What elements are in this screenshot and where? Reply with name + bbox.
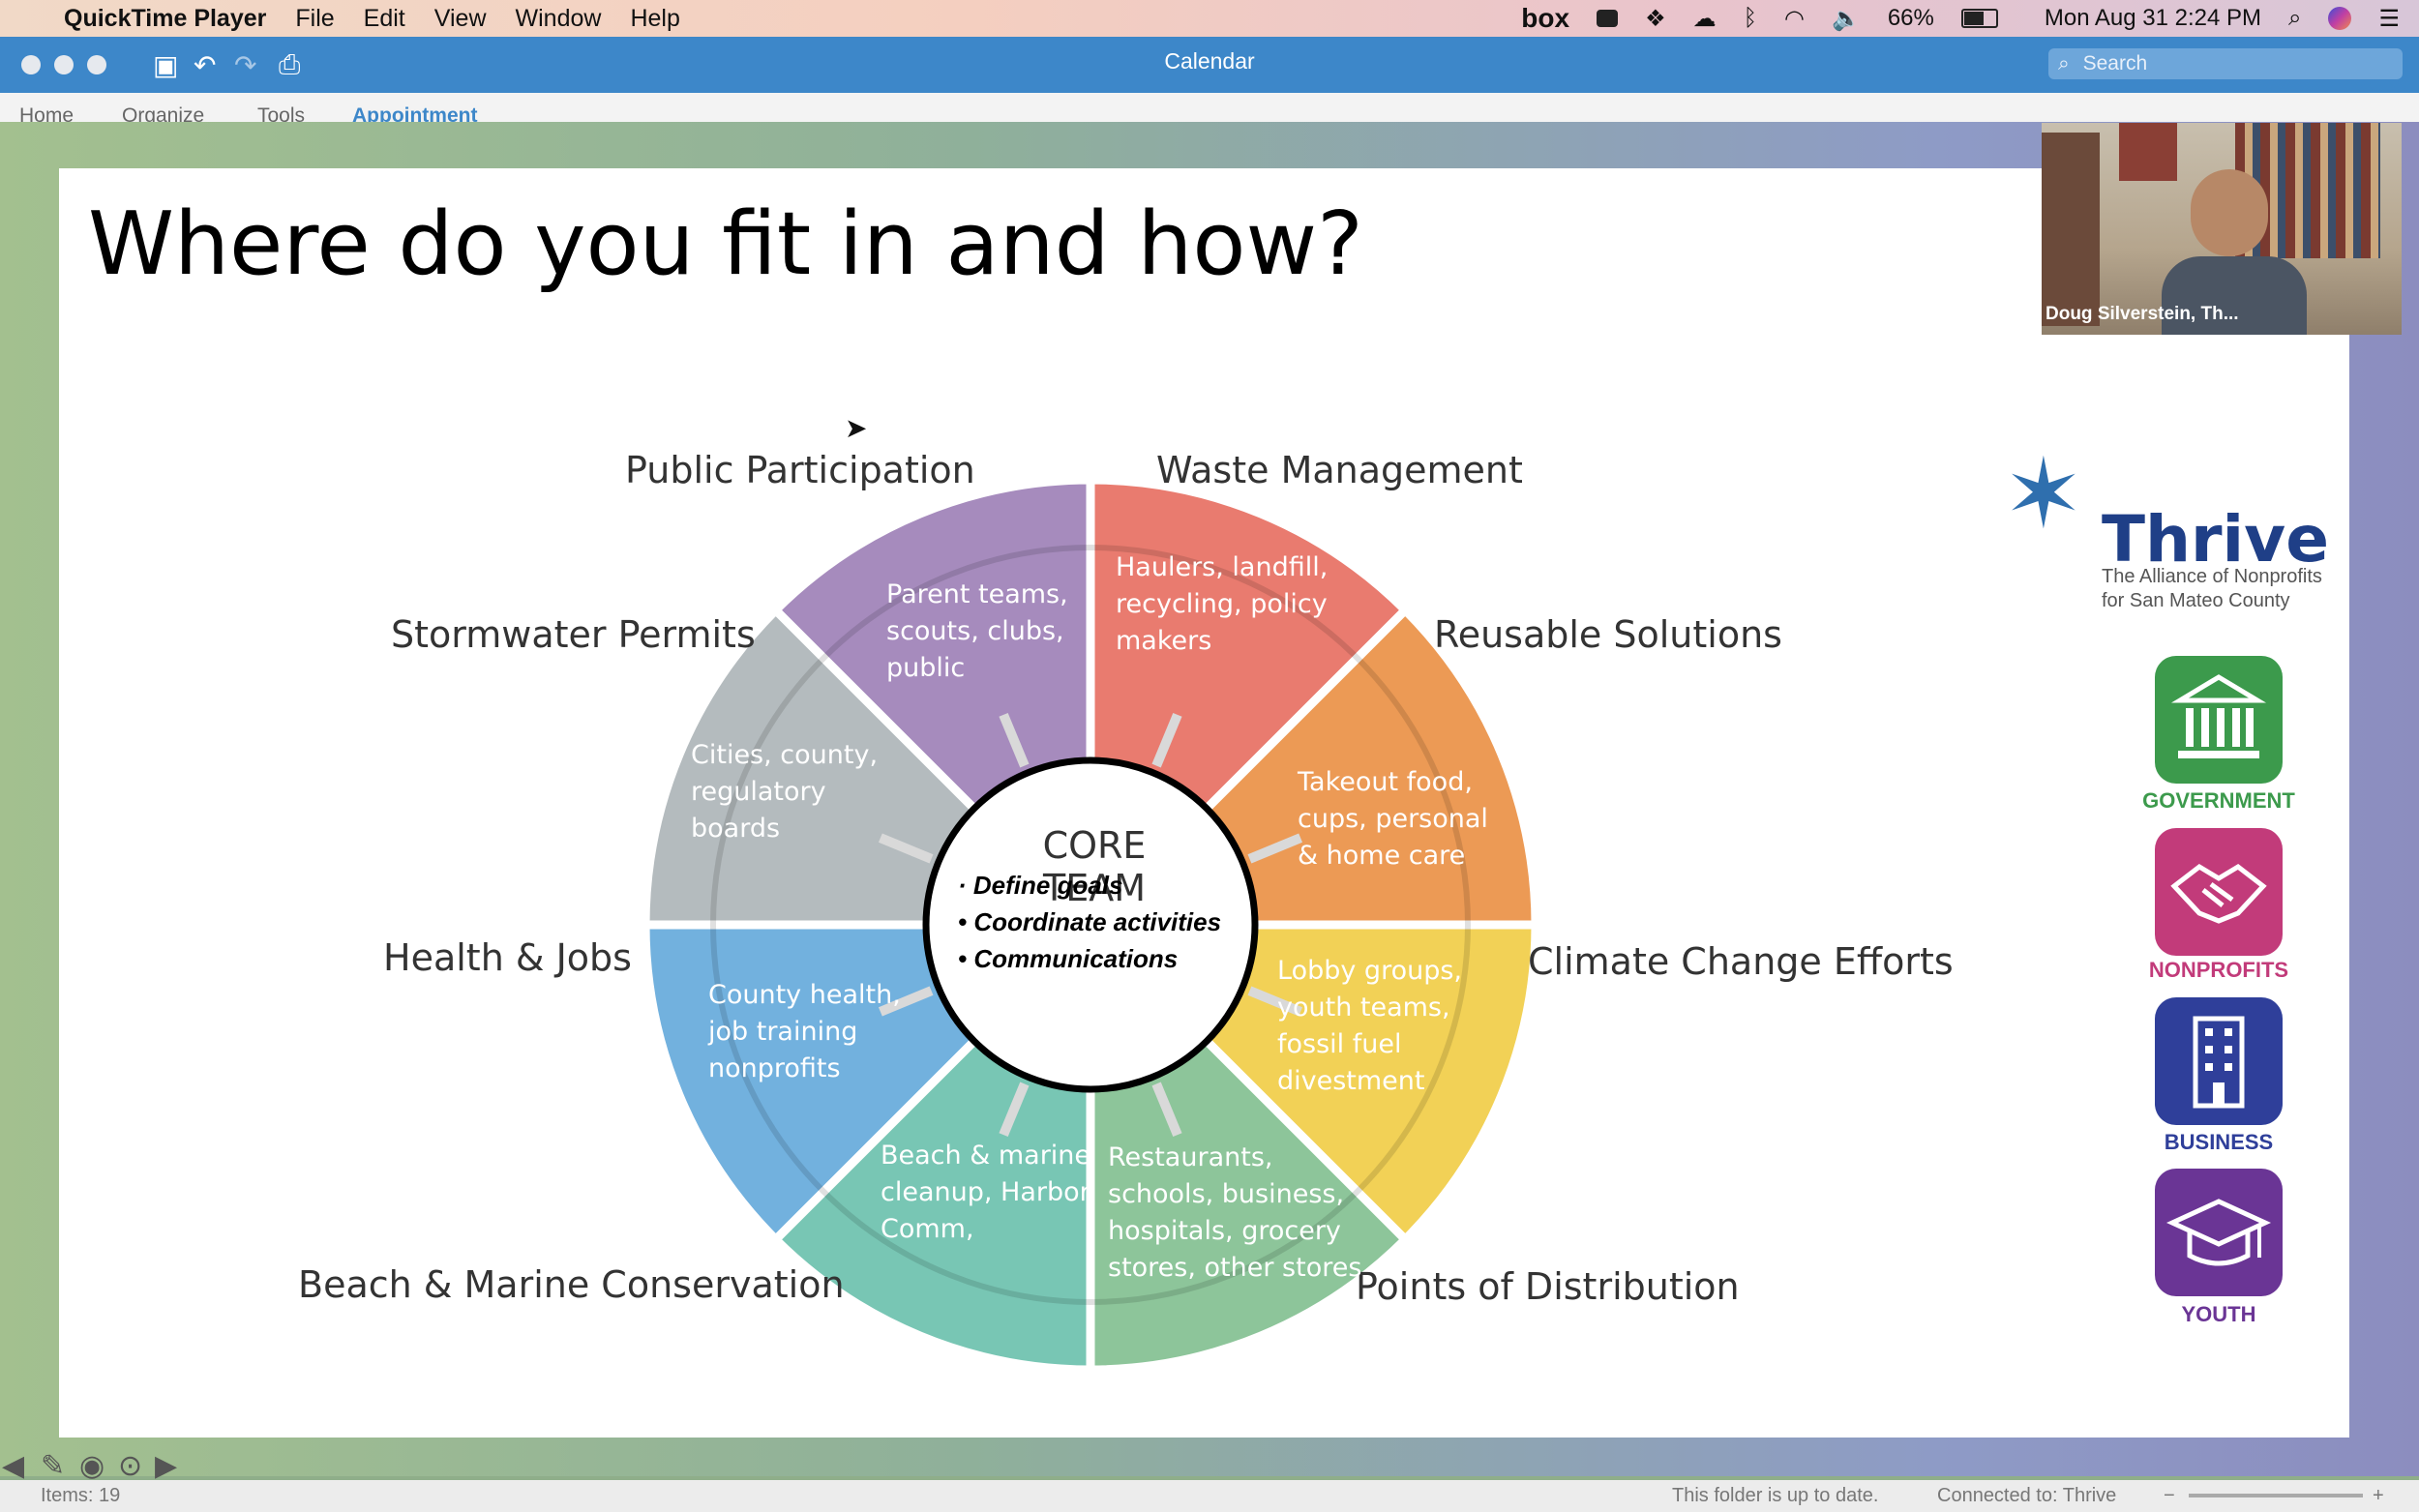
connection-status: Connected to: Thrive — [1937, 1485, 2117, 1506]
zoom-out-icon[interactable]: − — [2164, 1485, 2175, 1507]
previous-slide-icon[interactable]: ◀ — [2, 1449, 24, 1483]
slides-overview-icon[interactable]: ◉ — [79, 1449, 105, 1483]
sector-label-youth: YOUTH — [2181, 1302, 2256, 1326]
segment-text-distribution: Restaurants, schools, business, hospital… — [1108, 1142, 1362, 1283]
label-waste-management: Waste Management — [1156, 449, 1523, 491]
core-item-coordinate: • Coordinate activities — [958, 907, 1222, 936]
segment-text-public: Parent teams, scouts, clubs, public — [886, 579, 1068, 683]
segment-text-health: County health, job training nonprofits — [708, 980, 901, 1083]
items-count: Items: 19 — [41, 1485, 121, 1506]
person-silhouette — [2191, 169, 2268, 256]
sector-label-business: BUSINESS — [2164, 1130, 2274, 1154]
segment-text-reusable: Takeout food, cups, personal & home care — [1298, 767, 1488, 871]
status-bar: Items: 19 This folder is up to date. Con… — [0, 1480, 2419, 1512]
thrive-tagline-2: for San Mateo County — [2102, 590, 2290, 611]
thrive-tagline: The Alliance of Nonprofits — [2102, 566, 2322, 587]
segment-text-waste: Haulers, landfill, recycling, policy mak… — [1116, 552, 1329, 656]
building-columns-icon — [2155, 656, 2283, 784]
office-building-icon — [2155, 997, 2283, 1125]
label-beach-marine: Beach & Marine Conservation — [298, 1263, 845, 1306]
zoom-in-icon[interactable]: + — [2373, 1485, 2384, 1507]
graduation-cap-icon — [2155, 1169, 2283, 1296]
segment-text-stormwater: Cities, county, regulatory boards — [691, 740, 879, 844]
segment-text-climate: Lobby groups, youth teams, fossil fuel d… — [1277, 956, 1462, 1096]
sector-label-nonprofits: NONPROFITS — [2148, 958, 2289, 982]
next-slide-icon[interactable]: ▶ — [155, 1449, 177, 1483]
label-climate-change: Climate Change Efforts — [1528, 940, 1954, 983]
label-reusable-solutions: Reusable Solutions — [1434, 613, 1782, 656]
handshake-icon — [2155, 828, 2283, 956]
zoom-slider[interactable] — [2189, 1494, 2363, 1497]
label-stormwater-permits: Stormwater Permits — [391, 613, 756, 656]
pen-tool-icon[interactable]: ✎ — [41, 1449, 65, 1483]
label-public-participation: Public Participation — [625, 449, 975, 491]
segment-text-beach: Beach & marine cleanup, Harbor Comm, — [881, 1141, 1091, 1244]
core-item-communications: • Communications — [958, 944, 1179, 973]
label-points-distribution: Points of Distribution — [1356, 1265, 1740, 1308]
label-health-jobs: Health & Jobs — [383, 936, 632, 979]
folder-status: This folder is up to date. — [1672, 1485, 1879, 1506]
core-item-goals: · Define goals — [958, 871, 1123, 900]
more-options-icon[interactable]: ⊙ — [118, 1449, 142, 1483]
webcam-participant-name: Doug Silverstein, Th... — [2046, 304, 2239, 324]
thrive-star-icon: ✶ — [2003, 440, 2084, 548]
sector-label-government: GOVERNMENT — [2142, 788, 2295, 813]
mouse-cursor-icon: ➤ — [845, 413, 868, 443]
